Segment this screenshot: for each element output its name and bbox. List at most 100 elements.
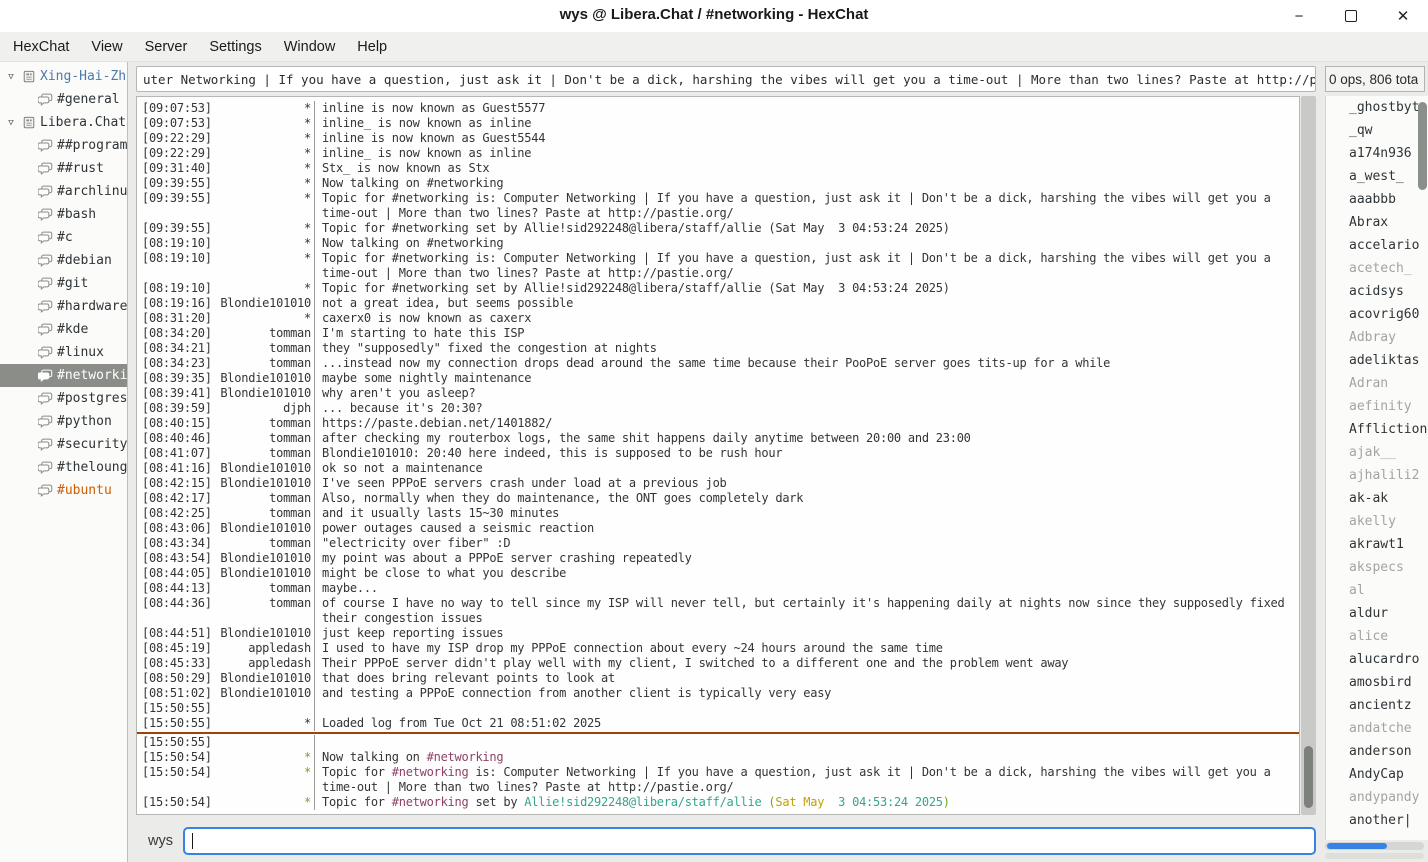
nick: * bbox=[219, 251, 314, 266]
userlist-item[interactable]: AndyCap bbox=[1326, 763, 1428, 786]
chat-line: [08:39:35]Blondie101010maybe some nightl… bbox=[137, 371, 1299, 386]
userlist-item[interactable]: Adbray bbox=[1326, 326, 1428, 349]
userlist-hscrollbar-track2[interactable] bbox=[1325, 853, 1424, 859]
userlist-count: 0 ops, 806 total bbox=[1326, 72, 1418, 87]
chat-line: [08:44:13]tommanmaybe... bbox=[137, 581, 1299, 596]
sidebar-network-libera.chat[interactable]: ▽Libera.Chat bbox=[0, 111, 127, 134]
userlist-item[interactable]: ajak__ bbox=[1326, 441, 1428, 464]
timestamp: [15:50:54] bbox=[137, 765, 219, 780]
sidebar-item-git[interactable]: #git bbox=[0, 272, 127, 295]
channel-icon bbox=[38, 415, 53, 428]
message-text: Topic for #networking set by Allie!sid29… bbox=[315, 795, 1299, 810]
userlist-item[interactable]: al bbox=[1326, 579, 1428, 602]
userlist-item[interactable]: aaabbb bbox=[1326, 188, 1428, 211]
maximize-icon[interactable] bbox=[1340, 5, 1362, 27]
sidebar-item-ubuntu[interactable]: #ubuntu bbox=[0, 479, 127, 502]
userlist-item[interactable]: amosbird bbox=[1326, 671, 1428, 694]
timestamp: [08:19:10] bbox=[137, 281, 219, 296]
sidebar-item-kde[interactable]: #kde bbox=[0, 318, 127, 341]
userlist-item[interactable]: akspecs bbox=[1326, 556, 1428, 579]
message-input[interactable] bbox=[183, 827, 1316, 855]
message-text: they "supposedly" fixed the congestion a… bbox=[315, 341, 1299, 356]
chat-line: [08:19:10]*Topic for #networking set by … bbox=[137, 281, 1299, 296]
menu-item-view[interactable]: View bbox=[80, 35, 133, 59]
userlist-hscrollbar[interactable] bbox=[1325, 842, 1424, 850]
userlist-item[interactable]: ancientz bbox=[1326, 694, 1428, 717]
userlist-item[interactable]: ak-ak bbox=[1326, 487, 1428, 510]
sidebar-item-linux[interactable]: #linux bbox=[0, 341, 127, 364]
channel-icon bbox=[38, 231, 53, 244]
sidebar-item-debian[interactable]: #debian bbox=[0, 249, 127, 272]
titlebar[interactable]: wys @ Libera.Chat / #networking - HexCha… bbox=[0, 0, 1428, 32]
userlist-item[interactable]: another| bbox=[1326, 809, 1428, 832]
menu-item-hexchat[interactable]: HexChat bbox=[2, 35, 80, 59]
timestamp: [15:50:55] bbox=[137, 701, 219, 716]
sidebar-item-rust[interactable]: ##rust bbox=[0, 157, 127, 180]
userlist-scrollbar-thumb[interactable] bbox=[1418, 102, 1427, 190]
chat-log[interactable]: [09:07:53]*inline is now known as Guest5… bbox=[136, 96, 1300, 815]
userlist-item[interactable]: alice bbox=[1326, 625, 1428, 648]
userlist-item[interactable]: _ghostbyt bbox=[1326, 96, 1428, 119]
tree-expander-icon[interactable]: ▽ bbox=[4, 118, 18, 128]
menu-item-settings[interactable]: Settings bbox=[198, 35, 272, 59]
userlist-item[interactable]: adeliktas bbox=[1326, 349, 1428, 372]
sidebar-network-xing-hai-zhan[interactable]: ▽Xing-Hai-Zhan bbox=[0, 65, 127, 88]
userlist-item[interactable]: a174n936 bbox=[1326, 142, 1428, 165]
sidebar-item-python[interactable]: #python bbox=[0, 410, 127, 433]
userlist-item[interactable]: akrawt1 bbox=[1326, 533, 1428, 556]
timestamp: [08:19:10] bbox=[137, 236, 219, 251]
menu-item-window[interactable]: Window bbox=[273, 35, 347, 59]
userlist-item[interactable]: anderson bbox=[1326, 740, 1428, 763]
userlist[interactable]: _ghostbyt_qwa174n936a_west_aaabbbAbraxac… bbox=[1325, 96, 1428, 840]
chat-scrollbar-thumb[interactable] bbox=[1304, 746, 1313, 808]
userlist-item[interactable]: acidsys bbox=[1326, 280, 1428, 303]
userlist-item[interactable]: alucardro bbox=[1326, 648, 1428, 671]
userlist-item[interactable]: acovrig60 bbox=[1326, 303, 1428, 326]
userlist-item[interactable]: accelario bbox=[1326, 234, 1428, 257]
message-text: Blondie101010: 20:40 here indeed, this i… bbox=[315, 446, 1299, 461]
sidebar-item-bash[interactable]: #bash bbox=[0, 203, 127, 226]
sidebar-item-networking[interactable]: #networking bbox=[0, 364, 127, 387]
gutter-separator bbox=[314, 701, 315, 716]
sidebar-item-security[interactable]: #security bbox=[0, 433, 127, 456]
userlist-item[interactable]: Abrax bbox=[1326, 211, 1428, 234]
userlist-item[interactable]: Affliction bbox=[1326, 418, 1428, 441]
userlist-item[interactable]: a_west_ bbox=[1326, 165, 1428, 188]
userlist-item[interactable]: Adran bbox=[1326, 372, 1428, 395]
userlist-item[interactable]: andypandy bbox=[1326, 786, 1428, 809]
sidebar-item-postgresql[interactable]: #postgresql bbox=[0, 387, 127, 410]
sidebar-item-c[interactable]: #c bbox=[0, 226, 127, 249]
channel-icon bbox=[38, 461, 53, 474]
timestamp: [08:39:35] bbox=[137, 371, 219, 386]
menu-item-help[interactable]: Help bbox=[346, 35, 398, 59]
topic-bar[interactable]: uter Networking | If you have a question… bbox=[136, 66, 1316, 92]
userlist-item[interactable]: aldur bbox=[1326, 602, 1428, 625]
nick: * bbox=[219, 131, 314, 146]
userlist-hscrollbar-thumb[interactable] bbox=[1327, 843, 1387, 849]
userlist-scrollbar[interactable] bbox=[1418, 102, 1428, 332]
userlist-item[interactable]: acetech_ bbox=[1326, 257, 1428, 280]
channel-label: #kde bbox=[57, 322, 88, 337]
sidebar-item-archlinux[interactable]: #archlinux bbox=[0, 180, 127, 203]
sidebar-item-thelounge[interactable]: #thelounge bbox=[0, 456, 127, 479]
chat-line: [08:40:15]tommanhttps://paste.debian.net… bbox=[137, 416, 1299, 431]
userlist-item[interactable]: ajhalili2 bbox=[1326, 464, 1428, 487]
close-icon[interactable]: ✕ bbox=[1392, 5, 1414, 27]
nick: tomman bbox=[219, 596, 314, 611]
nick: tomman bbox=[219, 491, 314, 506]
userlist-item[interactable]: aefinity bbox=[1326, 395, 1428, 418]
userlist-item[interactable]: akelly bbox=[1326, 510, 1428, 533]
sidebar-item-general[interactable]: #general bbox=[0, 88, 127, 111]
sidebar-item-programming[interactable]: ##programming bbox=[0, 134, 127, 157]
menu-item-server[interactable]: Server bbox=[134, 35, 199, 59]
userlist-item[interactable]: andatche bbox=[1326, 717, 1428, 740]
sidebar-item-hardware[interactable]: #hardware bbox=[0, 295, 127, 318]
channel-tree[interactable]: ▽Xing-Hai-Zhan#general▽Libera.Chat##prog… bbox=[0, 62, 128, 862]
tree-expander-icon[interactable]: ▽ bbox=[4, 72, 18, 82]
channel-icon bbox=[38, 392, 53, 405]
chat-scrollbar[interactable] bbox=[1301, 96, 1316, 815]
message-text: Their PPPoE server didn't play well with… bbox=[315, 656, 1299, 671]
minimize-icon[interactable]: − bbox=[1288, 5, 1310, 27]
message-text: why aren't you asleep? bbox=[315, 386, 1299, 401]
userlist-item[interactable]: _qw bbox=[1326, 119, 1428, 142]
